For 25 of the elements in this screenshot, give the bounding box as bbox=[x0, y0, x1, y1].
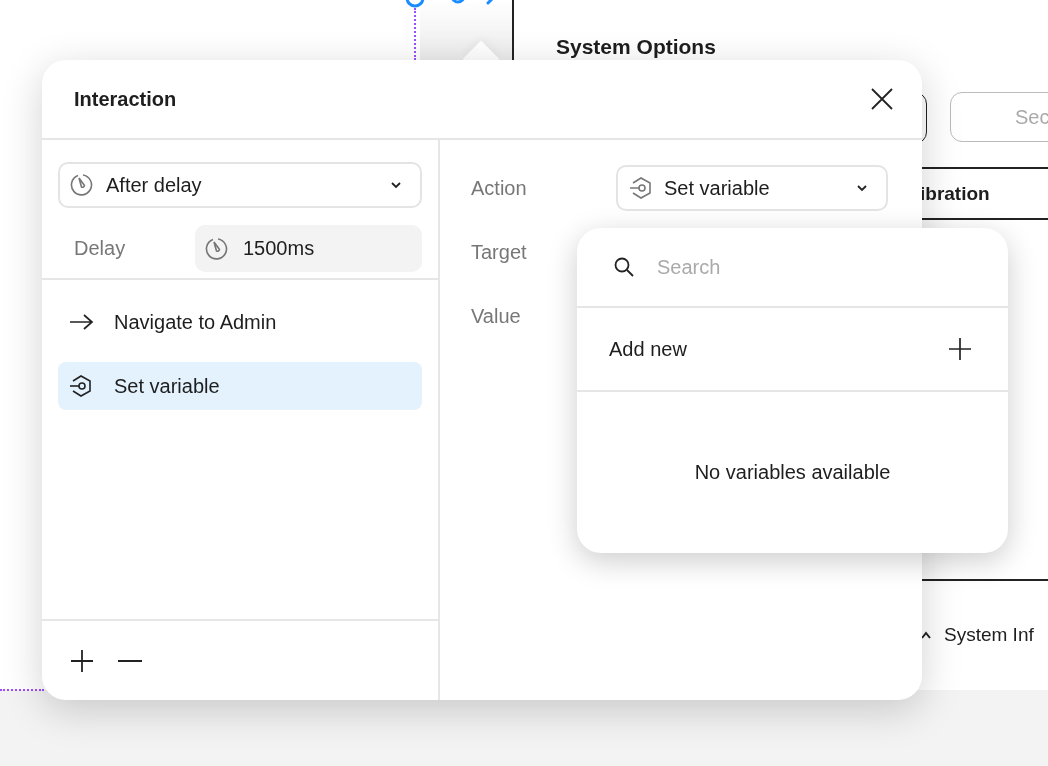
action-select[interactable]: Set variable bbox=[616, 165, 888, 211]
add-icon bbox=[948, 337, 972, 361]
action-item[interactable]: Set variable bbox=[58, 362, 422, 410]
delay-field[interactable]: 1500ms bbox=[195, 225, 422, 272]
chevron-icon bbox=[856, 184, 868, 192]
field-label: Action bbox=[470, 176, 528, 201]
section-title[interactable]: System Inf bbox=[944, 624, 1034, 646]
section-heading: System Options bbox=[556, 35, 716, 59]
chevron-icon bbox=[390, 181, 402, 189]
dialog-title: Interaction bbox=[74, 87, 177, 111]
add-icon[interactable] bbox=[70, 648, 94, 673]
empty-message: No variables available bbox=[694, 461, 891, 484]
field-label: Target bbox=[470, 240, 528, 265]
search-field[interactable]: Search bbox=[655, 254, 959, 280]
trigger-select[interactable]: After delay bbox=[58, 162, 422, 208]
variable-icon bbox=[68, 373, 94, 399]
delay-label: Delay bbox=[73, 237, 127, 260]
variable-icon bbox=[628, 175, 654, 201]
arrow-icon bbox=[68, 313, 94, 331]
remove-icon[interactable] bbox=[118, 658, 142, 663]
action-item[interactable]: Navigate to Admin bbox=[58, 298, 422, 346]
close-icon[interactable] bbox=[871, 88, 893, 110]
field-label: Value bbox=[470, 304, 522, 329]
add-new-item[interactable]: Add new bbox=[577, 308, 1008, 392]
search-icon bbox=[613, 256, 635, 278]
